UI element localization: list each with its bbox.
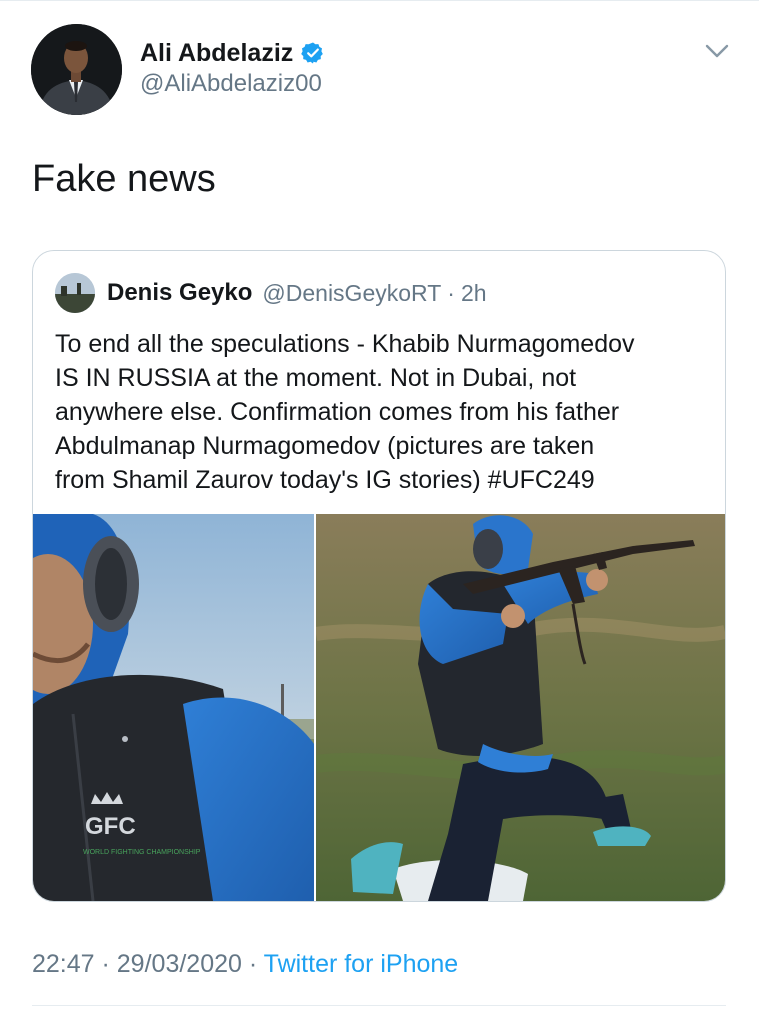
author-display-name[interactable]: Ali Abdelaziz — [140, 39, 293, 68]
meta-separator: · — [94, 950, 117, 978]
media-logo-subtext: WORLD FIGHTING CHAMPIONSHIP — [83, 849, 201, 856]
verified-badge-icon — [301, 41, 325, 65]
quoted-tweet-media[interactable]: GFC WORLD FIGHTING CHAMPIONSHIP — [33, 514, 725, 901]
media-divider — [314, 514, 316, 901]
tweet-text: Fake news — [32, 158, 216, 200]
media-photo-right[interactable] — [316, 514, 725, 901]
quoted-tweet-card[interactable]: Denis Geyko @DenisGeykoRT · 2h To end al… — [32, 250, 726, 902]
media-logo-text: GFC — [85, 813, 136, 840]
quoted-author-handle[interactable]: @DenisGeykoRT — [262, 280, 441, 307]
media-photo-left[interactable]: GFC WORLD FIGHTING CHAMPIONSHIP — [33, 514, 314, 901]
meta-separator: · — [241, 950, 264, 978]
chevron-down-icon[interactable] — [704, 38, 730, 64]
author-name-row: Ali Abdelaziz — [140, 36, 325, 70]
tweet-date[interactable]: 29/03/2020 — [117, 950, 242, 978]
top-divider — [0, 0, 759, 1]
tweet-meta: 22:47 · 29/03/2020 · Twitter for iPhone — [32, 950, 458, 979]
author-avatar[interactable] — [31, 24, 122, 115]
tweet-source-link[interactable]: Twitter for iPhone — [264, 950, 459, 978]
quoted-author-name[interactable]: Denis Geyko — [107, 279, 252, 307]
quoted-timestamp[interactable]: 2h — [461, 280, 487, 307]
quoted-tweet-text: To end all the speculations - Khabib Nur… — [55, 330, 635, 494]
tweet-time[interactable]: 22:47 — [32, 950, 95, 978]
author-handle[interactable]: @AliAbdelaziz00 — [140, 70, 322, 98]
bottom-divider — [32, 1005, 726, 1006]
quoted-dot-separator: · — [447, 279, 455, 306]
quoted-tweet-header: Denis Geyko @DenisGeykoRT · 2h — [55, 273, 487, 313]
quoted-author-avatar[interactable] — [55, 273, 95, 313]
